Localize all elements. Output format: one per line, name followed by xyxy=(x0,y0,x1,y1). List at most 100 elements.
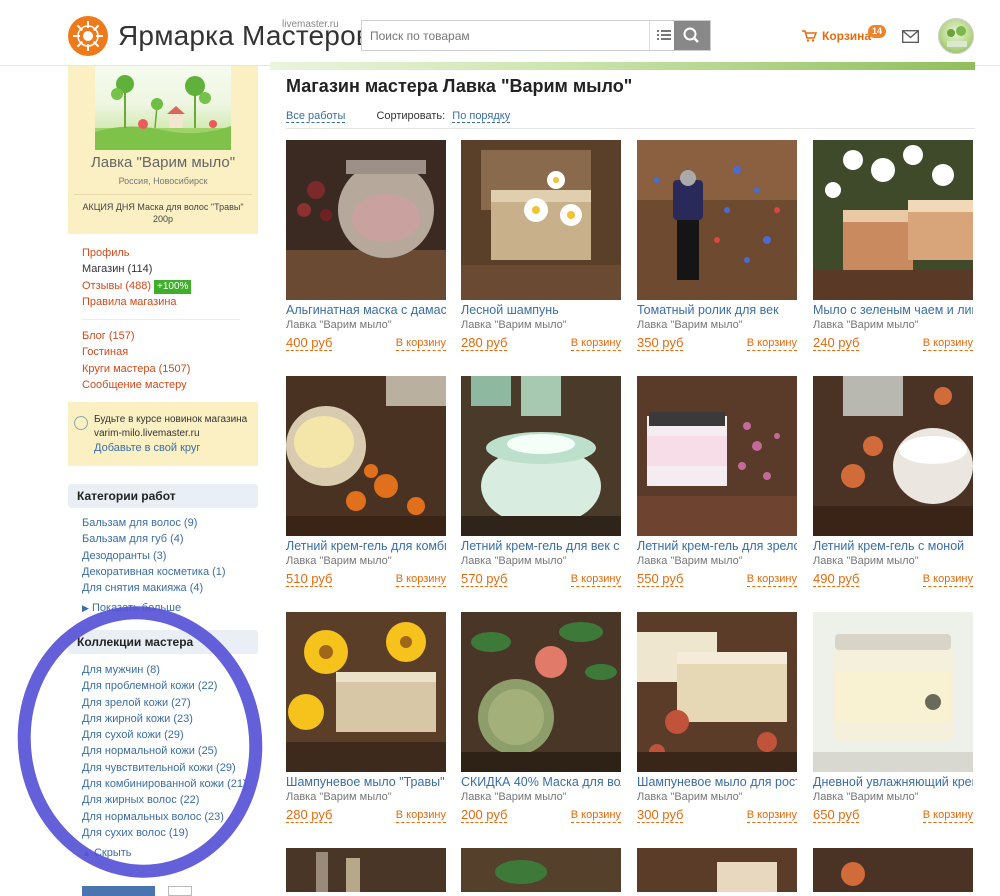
product-image[interactable] xyxy=(813,848,973,892)
category-item[interactable]: Бальзам для губ (4) xyxy=(82,531,226,547)
product-name[interactable]: Летний крем-гель для комбинированной кож… xyxy=(286,539,446,553)
product-name[interactable]: Томатный ролик для век xyxy=(637,303,797,317)
add-to-cart-button[interactable]: В корзину xyxy=(395,337,446,351)
collection-item[interactable]: Для нормальных волос (23) xyxy=(82,809,247,825)
product-shop[interactable]: Лавка "Варим мыло" xyxy=(286,791,392,803)
search-button[interactable] xyxy=(674,21,710,50)
product-shop[interactable]: Лавка "Варим мыло" xyxy=(813,791,919,803)
add-to-cart-button[interactable]: В корзину xyxy=(922,337,973,351)
product-image[interactable] xyxy=(286,848,446,892)
product-name[interactable]: Мыло с зеленым чаем и лимоном xyxy=(813,303,973,317)
sort-dropdown[interactable]: По порядку xyxy=(452,110,511,123)
add-to-circle-link[interactable]: Добавьте в свой круг xyxy=(94,441,247,455)
product-shop[interactable]: Лавка "Варим мыло" xyxy=(461,319,567,331)
bottom-share-button[interactable] xyxy=(82,886,155,896)
collection-item[interactable]: Для сухих волос (19) xyxy=(82,825,247,841)
collection-item[interactable]: Для чувствительной кожи (29) xyxy=(82,760,247,776)
search-input[interactable] xyxy=(362,21,642,50)
category-item[interactable]: Декоративная косметика (1) xyxy=(82,564,226,580)
product-card[interactable]: СКИДКА 40% Маска для волос Лавка "Варим … xyxy=(461,612,621,832)
lounge-link[interactable]: Гостиная xyxy=(82,344,190,360)
collection-item[interactable]: Для проблемной кожи (22) xyxy=(82,678,247,694)
product-shop[interactable]: Лавка "Варим мыло" xyxy=(461,555,567,567)
product-name[interactable]: Летний крем-гель для век с огурцом xyxy=(461,539,621,553)
product-shop[interactable]: Лавка "Варим мыло" xyxy=(813,319,919,331)
collection-item[interactable]: Для жирных волос (22) xyxy=(82,792,247,808)
shop-promo[interactable]: АКЦИЯ ДНЯ Маска для волос "Травы" 200р xyxy=(78,201,248,225)
add-to-cart-button[interactable]: В корзину xyxy=(922,809,973,823)
show-more-link[interactable]: Показать больше xyxy=(92,602,181,614)
product-shop[interactable]: Лавка "Варим мыло" xyxy=(637,791,743,803)
product-card[interactable]: Лесной шампунь Лавка "Варим мыло" 280 ру… xyxy=(461,140,621,360)
product-image[interactable] xyxy=(461,848,621,892)
product-image[interactable] xyxy=(286,140,446,300)
product-card[interactable] xyxy=(813,848,973,892)
reviews-link[interactable]: Отзывы (488) xyxy=(82,280,151,292)
product-name[interactable]: Шампуневое мыло для роста волос xyxy=(637,775,797,789)
collection-item[interactable]: Для сухой кожи (29) xyxy=(82,727,247,743)
product-image[interactable] xyxy=(286,612,446,772)
product-image[interactable] xyxy=(461,140,621,300)
user-avatar[interactable] xyxy=(938,18,974,54)
collection-item[interactable]: Для комбинированной кожи (21) xyxy=(82,776,247,792)
all-works-filter[interactable]: Все работы xyxy=(286,110,346,123)
category-item[interactable]: Для снятия макияжа (4) xyxy=(82,580,226,596)
product-card[interactable] xyxy=(461,848,621,892)
product-image[interactable] xyxy=(813,140,973,300)
product-shop[interactable]: Лавка "Варим мыло" xyxy=(286,319,392,331)
add-to-cart-button[interactable]: В корзину xyxy=(570,809,621,823)
product-image[interactable] xyxy=(461,376,621,536)
add-to-cart-button[interactable]: В корзину xyxy=(395,809,446,823)
add-to-cart-button[interactable]: В корзину xyxy=(746,809,797,823)
product-card[interactable]: Дневной увлажняющий крем Лавка "Варим мы… xyxy=(813,612,973,832)
shop-logo-image[interactable] xyxy=(95,66,231,150)
product-name[interactable]: Летний крем-гель с моной xyxy=(813,539,973,553)
product-card[interactable]: Летний крем-гель для зрелой кожи Лавка "… xyxy=(637,376,797,596)
add-to-cart-button[interactable]: В корзину xyxy=(746,573,797,587)
product-name[interactable]: Летний крем-гель для зрелой кожи xyxy=(637,539,797,553)
product-card[interactable]: Летний крем-гель с моной Лавка "Варим мы… xyxy=(813,376,973,596)
logo-sun-icon[interactable] xyxy=(68,16,108,56)
product-name[interactable]: Шампуневое мыло "Травы" xyxy=(286,775,446,789)
add-to-cart-button[interactable]: В корзину xyxy=(570,337,621,351)
collection-item[interactable]: Для жирной кожи (23) xyxy=(82,711,247,727)
mail-icon[interactable] xyxy=(902,30,919,43)
product-card[interactable]: Альгинатная маска с дамасской розой Лавк… xyxy=(286,140,446,360)
product-card[interactable] xyxy=(637,848,797,892)
message-master-link[interactable]: Сообщение мастеру xyxy=(82,377,190,393)
product-image[interactable] xyxy=(637,376,797,536)
show-more-row[interactable]: ▶ Показать больше xyxy=(82,600,226,616)
product-name[interactable]: Дневной увлажняющий крем xyxy=(813,775,973,789)
hide-row[interactable]: ▲ Скрыть xyxy=(82,845,247,861)
product-name[interactable]: СКИДКА 40% Маска для волос xyxy=(461,775,621,789)
shop-link[interactable]: Магазин (114) xyxy=(82,261,191,277)
product-name[interactable]: Лесной шампунь xyxy=(461,303,621,317)
profile-link[interactable]: Профиль xyxy=(82,245,191,261)
product-image[interactable] xyxy=(286,376,446,536)
product-name[interactable]: Альгинатная маска с дамасской розой xyxy=(286,303,446,317)
cart-link[interactable]: Корзина xyxy=(822,29,871,43)
product-card[interactable]: Томатный ролик для век Лавка "Варим мыло… xyxy=(637,140,797,360)
add-to-cart-button[interactable]: В корзину xyxy=(395,573,446,587)
add-to-cart-button[interactable]: В корзину xyxy=(922,573,973,587)
shop-name[interactable]: Лавка "Варим мыло" xyxy=(68,154,258,171)
product-shop[interactable]: Лавка "Варим мыло" xyxy=(637,319,743,331)
product-card[interactable]: Шампуневое мыло для роста волос Лавка "В… xyxy=(637,612,797,832)
product-image[interactable] xyxy=(813,376,973,536)
product-image[interactable] xyxy=(637,848,797,892)
collection-item[interactable]: Для мужчин (8) xyxy=(82,662,247,678)
category-item[interactable]: Бальзам для волос (9) xyxy=(82,515,226,531)
blog-link[interactable]: Блог (157) xyxy=(82,328,190,344)
product-image[interactable] xyxy=(637,612,797,772)
cart-icon[interactable] xyxy=(802,30,817,42)
add-to-cart-button[interactable]: В корзину xyxy=(570,573,621,587)
product-shop[interactable]: Лавка "Варим мыло" xyxy=(286,555,392,567)
product-card[interactable]: Летний крем-гель для век с огурцом Лавка… xyxy=(461,376,621,596)
category-item[interactable]: Дезодоранты (3) xyxy=(82,548,226,564)
product-image[interactable] xyxy=(461,612,621,772)
product-card[interactable] xyxy=(286,848,446,892)
product-shop[interactable]: Лавка "Варим мыло" xyxy=(461,791,567,803)
master-circles-link[interactable]: Круги мастера (1507) xyxy=(82,361,190,377)
collection-item[interactable]: Для нормальной кожи (25) xyxy=(82,743,247,759)
product-shop[interactable]: Лавка "Варим мыло" xyxy=(637,555,743,567)
